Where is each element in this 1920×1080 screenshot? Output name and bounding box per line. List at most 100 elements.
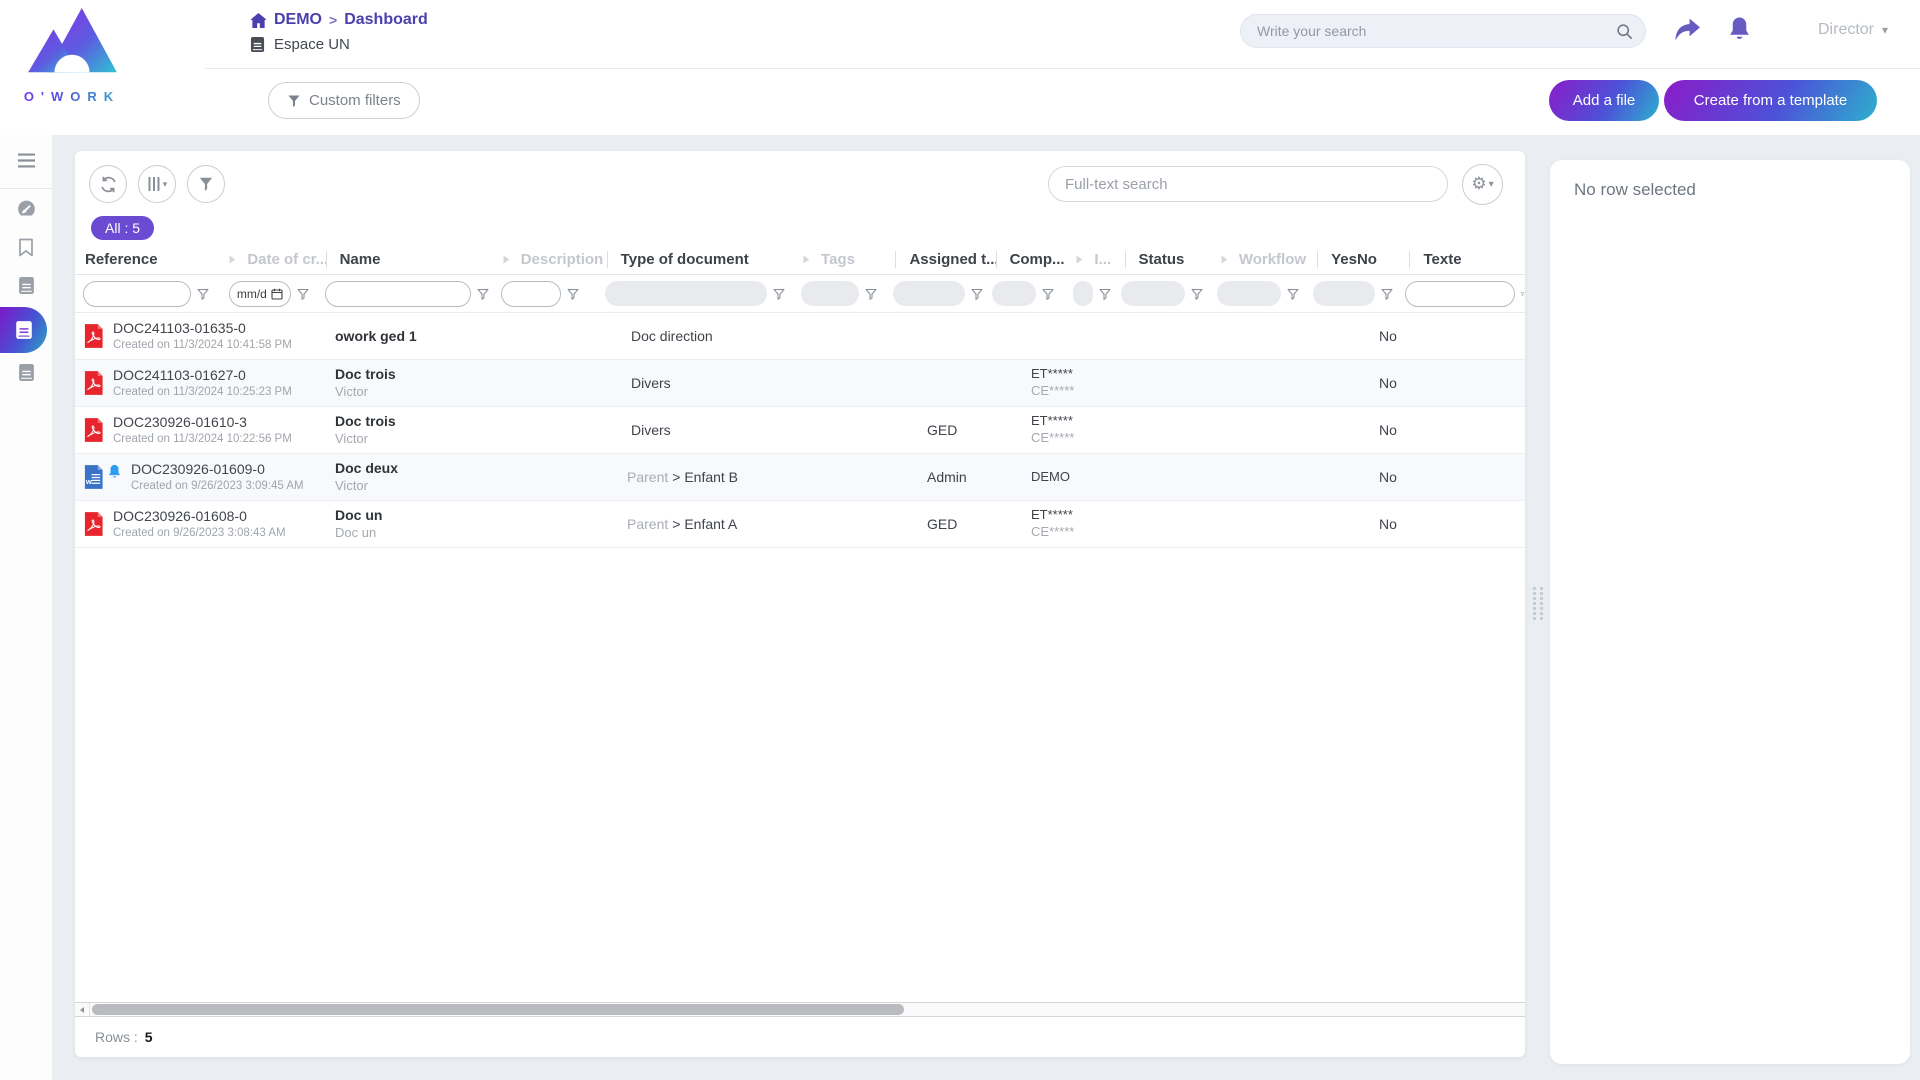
filter-select[interactable]: [1073, 281, 1093, 306]
filter-funnel-icon[interactable]: [566, 287, 580, 301]
filter-select[interactable]: [801, 281, 859, 306]
filter-funnel-icon[interactable]: [1520, 287, 1525, 301]
filter-select[interactable]: [1121, 281, 1185, 306]
filter-text-input[interactable]: [83, 281, 191, 307]
column-header[interactable]: Description: [503, 244, 607, 274]
sort-arrow-icon: [803, 255, 810, 264]
filter-date-input[interactable]: mm/d: [229, 281, 291, 307]
filter-funnel-icon[interactable]: [296, 287, 310, 301]
panel-resize-handle[interactable]: [1533, 587, 1543, 620]
column-header[interactable]: Tags: [803, 244, 895, 274]
filter-text-input[interactable]: [1405, 281, 1515, 307]
table-row[interactable]: w DOC230926-01610-3 Created on 11/3/2024…: [75, 407, 1525, 454]
table-row[interactable]: w DOC241103-01635-0 Created on 11/3/2024…: [75, 313, 1525, 360]
columns-button[interactable]: ▾: [138, 165, 176, 203]
filter-funnel-icon[interactable]: [1190, 287, 1204, 301]
document-name: Doc deux: [335, 459, 519, 477]
filter-cell: [801, 281, 893, 306]
sidebar-item-archive[interactable]: [0, 353, 52, 391]
pdf-file-icon: [83, 511, 104, 537]
document-created-date: Created on 11/3/2024 10:22:56 PM: [113, 432, 292, 447]
filter-funnel-icon[interactable]: [1098, 287, 1112, 301]
refresh-button[interactable]: [89, 165, 127, 203]
sidebar-item-dashboard[interactable]: [0, 189, 52, 227]
app-logo[interactable]: O'WORK: [14, 6, 130, 104]
search-icon[interactable]: [1616, 23, 1633, 40]
home-icon[interactable]: [250, 13, 267, 28]
no-row-selected-text: No row selected: [1574, 180, 1696, 199]
column-header[interactable]: I...: [1076, 244, 1124, 274]
filter-text-input[interactable]: [325, 281, 471, 307]
global-search[interactable]: [1240, 14, 1646, 48]
horizontal-scrollbar[interactable]: [75, 1002, 1525, 1017]
scrollbar-thumb[interactable]: [92, 1004, 904, 1015]
column-header[interactable]: Date of cr...: [229, 244, 325, 274]
filter-funnel-icon[interactable]: [864, 287, 878, 301]
filter-funnel-icon[interactable]: [1286, 287, 1300, 301]
filter-funnel-icon[interactable]: [196, 287, 210, 301]
cell-assigned-to: Admin: [927, 469, 1031, 485]
book-icon: [18, 276, 35, 295]
column-header[interactable]: Type of document: [607, 244, 803, 274]
filter-funnel-icon[interactable]: [1041, 287, 1055, 301]
space-title: Espace UN: [274, 36, 350, 53]
filter-funnel-icon[interactable]: [1380, 287, 1394, 301]
scroll-left-button[interactable]: [75, 1003, 90, 1016]
document-name: Doc trois: [335, 365, 519, 383]
cell-document-type: Divers: [627, 422, 831, 438]
breadcrumb-root[interactable]: DEMO: [274, 11, 322, 29]
add-file-button[interactable]: Add a file: [1549, 80, 1659, 121]
table-row[interactable]: w DOC241103-01627-0 Created on 11/3/2024…: [75, 360, 1525, 407]
document-subname: Victor: [335, 431, 519, 448]
column-header[interactable]: Texte: [1409, 244, 1525, 274]
sidebar-item-bookmarks[interactable]: [0, 228, 52, 266]
sidebar-item-documents[interactable]: [0, 266, 52, 304]
breadcrumb-current[interactable]: Dashboard: [344, 11, 428, 29]
filter-select[interactable]: [1217, 281, 1281, 306]
filter-funnel-icon[interactable]: [772, 287, 786, 301]
table-row[interactable]: w DOC230926-01609-0 Created on 9/26/2023…: [75, 454, 1525, 501]
column-separator: [1125, 251, 1126, 268]
column-header[interactable]: Name: [326, 244, 503, 274]
table-row[interactable]: w DOC230926-01608-0 Created on 9/26/2023…: [75, 501, 1525, 548]
cell-company: ET***** CE*****: [1031, 507, 1115, 541]
column-header[interactable]: Workflow: [1221, 244, 1317, 274]
main-content: ▾ ⚙ ▾ All : 5 ReferenceDate of cr...Name…: [52, 135, 1920, 1080]
sidebar: [0, 135, 52, 1080]
all-count-badge[interactable]: All : 5: [91, 216, 154, 240]
share-button[interactable]: [1674, 18, 1701, 46]
column-header[interactable]: YesNo: [1317, 244, 1409, 274]
table-settings-button[interactable]: ⚙ ▾: [1462, 164, 1503, 205]
create-from-template-button[interactable]: Create from a template: [1664, 80, 1877, 121]
calendar-icon[interactable]: [271, 288, 283, 300]
fulltext-search-input[interactable]: [1065, 176, 1431, 193]
filter-cell: [325, 281, 502, 307]
left-arrow-icon: [80, 1007, 84, 1013]
column-separator: [607, 251, 608, 268]
filter-select[interactable]: [893, 281, 965, 306]
filter-select[interactable]: [992, 281, 1036, 306]
cell-yesno: No: [1365, 328, 1461, 344]
rows-count: 5: [145, 1029, 153, 1045]
logo-mountain-icon: [26, 6, 118, 82]
fulltext-search[interactable]: [1048, 166, 1448, 202]
custom-filters-button[interactable]: Custom filters: [268, 82, 420, 119]
column-header[interactable]: Status: [1125, 244, 1221, 274]
filter-text-input[interactable]: [501, 281, 561, 307]
filter-select[interactable]: [605, 281, 767, 306]
sidebar-item-ged-active[interactable]: [0, 307, 47, 353]
menu-toggle-button[interactable]: [0, 141, 52, 179]
column-header[interactable]: Assigned t...: [895, 244, 995, 274]
sort-arrow-icon: [229, 255, 236, 264]
filter-funnel-icon[interactable]: [970, 287, 984, 301]
user-menu[interactable]: Director ▾: [1818, 21, 1888, 39]
cell-company: ET***** CE*****: [1031, 366, 1115, 400]
column-header[interactable]: Reference: [83, 244, 229, 274]
filters-button[interactable]: [187, 165, 225, 203]
notifications-button[interactable]: [1727, 16, 1752, 48]
filter-funnel-icon[interactable]: [476, 287, 490, 301]
filter-select[interactable]: [1313, 281, 1375, 306]
column-header[interactable]: Comp...: [996, 244, 1077, 274]
filter-cell: [83, 281, 229, 307]
global-search-input[interactable]: [1257, 23, 1616, 39]
